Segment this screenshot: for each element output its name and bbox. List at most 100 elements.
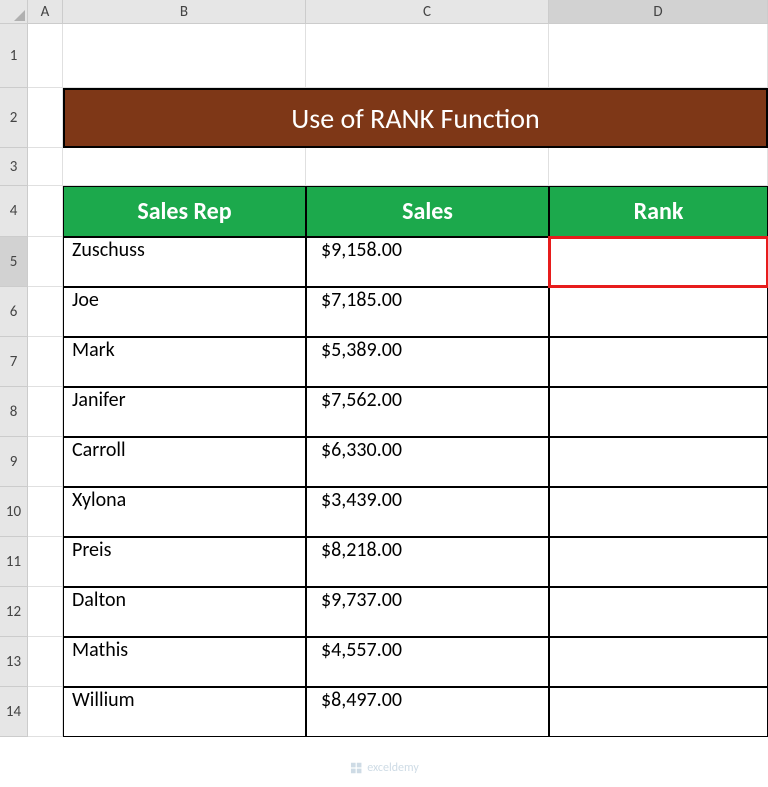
column-header-C[interactable]: C <box>306 0 549 24</box>
currency-symbol: $ <box>321 288 331 312</box>
row-header-12[interactable]: 12 <box>0 587 28 637</box>
sales-cell[interactable]: $3,439.00 <box>306 487 549 537</box>
cell-A10[interactable] <box>28 487 63 537</box>
cell-A4[interactable] <box>28 186 63 237</box>
cell-A3[interactable] <box>28 148 63 186</box>
currency-symbol: $ <box>321 538 331 562</box>
cell-B1[interactable] <box>63 24 306 88</box>
row-header-8[interactable]: 8 <box>0 387 28 437</box>
sales-rep-cell[interactable]: Mathis <box>63 637 306 687</box>
rank-cell[interactable] <box>549 237 768 287</box>
currency-symbol: $ <box>321 338 331 362</box>
row-header-4[interactable]: 4 <box>0 186 28 237</box>
currency-symbol: $ <box>321 438 331 462</box>
cell-A14[interactable] <box>28 687 63 737</box>
title-cell[interactable]: Use of RANK Function <box>63 88 768 148</box>
sales-value: 9,158.00 <box>331 238 402 262</box>
sales-cell[interactable]: $9,737.00 <box>306 587 549 637</box>
row-header-5[interactable]: 5 <box>0 237 28 287</box>
sales-rep-cell[interactable]: Joe <box>63 287 306 337</box>
cell-A12[interactable] <box>28 587 63 637</box>
watermark-text: exceldemy <box>367 761 419 775</box>
sales-rep-cell[interactable]: Preis <box>63 537 306 587</box>
sales-cell[interactable]: $8,218.00 <box>306 537 549 587</box>
currency-symbol: $ <box>321 688 331 712</box>
sales-cell[interactable]: $6,330.00 <box>306 437 549 487</box>
row-headers: 1234567891011121314 <box>0 24 28 737</box>
cell-A2[interactable] <box>28 88 63 148</box>
row-header-14[interactable]: 14 <box>0 687 28 737</box>
sales-cell[interactable]: $4,557.00 <box>306 637 549 687</box>
cell-A7[interactable] <box>28 337 63 387</box>
rank-cell[interactable] <box>549 287 768 337</box>
cell-D1[interactable] <box>549 24 768 88</box>
sales-value: 8,497.00 <box>331 688 402 712</box>
cell-A13[interactable] <box>28 637 63 687</box>
grid-area: Use of RANK Function Sales RepSalesRank Zu… <box>28 24 768 737</box>
header-rank[interactable]: Rank <box>549 186 768 237</box>
sales-rep-cell[interactable]: Willium <box>63 687 306 737</box>
sales-rep-cell[interactable]: Carroll <box>63 437 306 487</box>
currency-symbol: $ <box>321 238 331 262</box>
cell-A5[interactable] <box>28 237 63 287</box>
sales-value: 8,218.00 <box>331 538 402 562</box>
header-sales[interactable]: Sales <box>306 186 549 237</box>
sales-rep-cell[interactable]: Zuschuss <box>63 237 306 287</box>
cell-A6[interactable] <box>28 287 63 337</box>
row-header-3[interactable]: 3 <box>0 148 28 186</box>
sales-cell[interactable]: $7,562.00 <box>306 387 549 437</box>
row-header-10[interactable]: 10 <box>0 487 28 537</box>
column-header-B[interactable]: B <box>63 0 306 24</box>
sales-rep-cell[interactable]: Janifer <box>63 387 306 437</box>
currency-symbol: $ <box>321 488 331 512</box>
column-header-D[interactable]: D <box>549 0 768 24</box>
row-header-2[interactable]: 2 <box>0 88 28 148</box>
rank-cell[interactable] <box>549 437 768 487</box>
cell-A8[interactable] <box>28 387 63 437</box>
row-header-6[interactable]: 6 <box>0 287 28 337</box>
sales-value: 3,439.00 <box>331 488 402 512</box>
rank-cell[interactable] <box>549 337 768 387</box>
rank-cell[interactable] <box>549 537 768 587</box>
cell-A11[interactable] <box>28 537 63 587</box>
sales-cell[interactable]: $9,158.00 <box>306 237 549 287</box>
sales-value: 7,185.00 <box>331 288 402 312</box>
rank-cell[interactable] <box>549 587 768 637</box>
row-header-7[interactable]: 7 <box>0 337 28 387</box>
watermark: exceldemy <box>349 761 419 775</box>
sales-cell[interactable]: $7,185.00 <box>306 287 549 337</box>
currency-symbol: $ <box>321 638 331 662</box>
select-all-corner[interactable] <box>0 0 28 24</box>
currency-symbol: $ <box>321 388 331 412</box>
currency-symbol: $ <box>321 588 331 612</box>
cell-B3[interactable] <box>63 148 306 186</box>
watermark-icon <box>349 761 363 775</box>
sales-cell[interactable]: $5,389.00 <box>306 337 549 387</box>
sales-value: 6,330.00 <box>331 438 402 462</box>
sales-value: 9,737.00 <box>331 588 402 612</box>
rank-cell[interactable] <box>549 637 768 687</box>
cell-A1[interactable] <box>28 24 63 88</box>
sales-cell[interactable]: $8,497.00 <box>306 687 549 737</box>
rank-cell[interactable] <box>549 487 768 537</box>
cell-C1[interactable] <box>306 24 549 88</box>
cell-D3[interactable] <box>549 148 768 186</box>
sales-value: 4,557.00 <box>331 638 402 662</box>
rank-cell[interactable] <box>549 387 768 437</box>
row-header-13[interactable]: 13 <box>0 637 28 687</box>
sales-value: 7,562.00 <box>331 388 402 412</box>
sales-rep-cell[interactable]: Xylona <box>63 487 306 537</box>
rank-cell[interactable] <box>549 687 768 737</box>
header-salesRep[interactable]: Sales Rep <box>63 186 306 237</box>
spreadsheet: ABCD 1234567891011121314 Use of RANK Fun… <box>0 0 768 787</box>
sales-rep-cell[interactable]: Dalton <box>63 587 306 637</box>
cell-C3[interactable] <box>306 148 549 186</box>
row-header-1[interactable]: 1 <box>0 24 28 88</box>
row-header-11[interactable]: 11 <box>0 537 28 587</box>
row-header-9[interactable]: 9 <box>0 437 28 487</box>
sales-value: 5,389.00 <box>331 338 402 362</box>
column-header-A[interactable]: A <box>28 0 63 24</box>
cell-A9[interactable] <box>28 437 63 487</box>
column-headers: ABCD <box>28 0 768 24</box>
sales-rep-cell[interactable]: Mark <box>63 337 306 387</box>
